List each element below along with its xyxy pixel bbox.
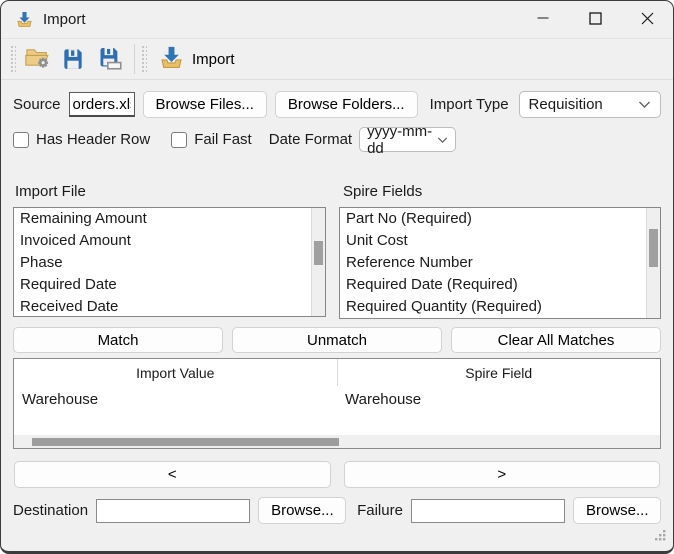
source-row: Source Browse Files... Browse Folders...… [13,91,661,118]
column-header-import-value[interactable]: Import Value [14,359,338,386]
spire-fields-scrollbar[interactable] [646,208,660,318]
destination-input[interactable] [96,498,251,523]
import-file-list-item[interactable]: Remaining Amount [14,208,325,230]
window-title: Import [43,11,86,28]
import-file-list-item[interactable]: Required Date [14,274,325,296]
save-button[interactable] [57,43,89,75]
scrollbar-thumb[interactable] [32,438,339,446]
save-as-icon [96,44,123,74]
mapping-table: Import Value Spire Field Warehouse Wareh… [13,358,661,449]
maximize-button[interactable] [569,1,621,38]
match-button[interactable]: Match [13,327,223,353]
close-icon [641,12,654,28]
scrollbar-thumb[interactable] [314,241,323,265]
title-bar: Import [1,1,673,39]
import-type-label: Import Type [429,96,509,113]
move-buttons-row: < > [13,461,661,488]
maximize-icon [588,11,602,28]
lists-row: Remaining Amount Invoiced Amount Phase R… [13,207,661,319]
fail-fast-checkbox[interactable] [171,131,188,148]
spire-field-cell: Warehouse [345,390,422,408]
browse-folders-button[interactable]: Browse Folders... [274,91,418,118]
move-right-button[interactable]: > [343,461,660,488]
import-file-list-item[interactable]: Phase [14,252,325,274]
spire-fields-list-item[interactable]: Unit Cost [340,230,660,252]
chevron-down-icon [638,100,651,109]
failure-label: Failure [357,502,403,519]
toolbar-drag-handle[interactable] [10,45,16,73]
save-icon [60,45,86,74]
fail-fast-label: Fail Fast [194,131,252,148]
minimize-icon [537,12,549,27]
spire-fields-list-item[interactable]: Required Date (Required) [340,274,660,296]
horizontal-scrollbar[interactable] [14,435,660,448]
destination-row: Destination Browse... Failure Browse... [13,497,661,524]
move-left-button[interactable]: < [14,461,331,488]
date-format-value: yyyy-mm-dd [367,122,433,157]
toolbar-import-icon [158,44,185,75]
source-input[interactable] [68,92,135,117]
mapping-table-header: Import Value Spire Field [14,359,660,386]
resize-grip-icon[interactable] [653,528,666,546]
toolbar-separator [134,44,135,74]
spire-fields-list-item[interactable]: Part No (Required) [340,208,660,230]
spire-fields-list-item[interactable]: Reference Number [340,252,660,274]
date-format-select[interactable]: yyyy-mm-dd [359,123,457,157]
open-settings-icon [24,44,51,74]
destination-browse-button[interactable]: Browse... [258,497,347,524]
failure-browse-button[interactable]: Browse... [573,497,661,524]
has-header-row-checkbox[interactable] [13,131,29,148]
date-format-label: Date Format [268,131,353,148]
clear-all-matches-button[interactable]: Clear All Matches [451,327,661,353]
import-type-value: Requisition [528,96,603,113]
save-as-button[interactable] [93,43,125,75]
failure-input[interactable] [410,498,565,523]
import-file-list-item[interactable]: Invoiced Amount [14,230,325,252]
source-label: Source [13,96,61,113]
window-controls [517,1,673,38]
import-action-label: Import [192,50,235,68]
import-action-button[interactable]: Import [152,42,241,76]
toolbar: Import [1,39,673,80]
browse-files-button[interactable]: Browse Files... [142,91,267,118]
table-row[interactable]: Warehouse Warehouse [14,386,660,412]
toolbar-drag-handle-2[interactable] [141,45,147,73]
import-file-scrollbar[interactable] [311,208,325,316]
scrollbar-thumb[interactable] [649,229,658,267]
unmatch-button[interactable]: Unmatch [232,327,442,353]
import-file-listbox[interactable]: Remaining Amount Invoiced Amount Phase R… [13,207,326,317]
options-row: Has Header Row Fail Fast Date Format yyy… [13,123,661,157]
spire-fields-list-item[interactable]: Required Quantity (Required) [340,296,660,318]
spire-fields-listbox[interactable]: Part No (Required) Unit Cost Reference N… [339,207,661,319]
close-button[interactable] [621,1,673,38]
minimize-button[interactable] [517,1,569,38]
match-buttons-row: Match Unmatch Clear All Matches [13,327,661,353]
import-dialog-window: Import Import Source orders.xlsx Browse … [0,0,674,554]
import-file-label: Import File [15,183,86,200]
import-value-cell: Warehouse [22,390,99,408]
app-import-icon [15,10,34,29]
import-file-list-item[interactable]: Received Date [14,296,325,316]
open-settings-button[interactable] [21,43,53,75]
column-header-spire-field[interactable]: Spire Field [338,359,661,386]
chevron-down-icon [437,136,448,144]
has-header-row-label: Has Header Row [36,131,151,148]
destination-label: Destination [13,502,89,519]
spire-fields-label: Spire Fields [343,183,423,200]
import-type-select[interactable]: Requisition [518,91,661,118]
list-labels-row: Import File Spire Fields [13,183,661,200]
